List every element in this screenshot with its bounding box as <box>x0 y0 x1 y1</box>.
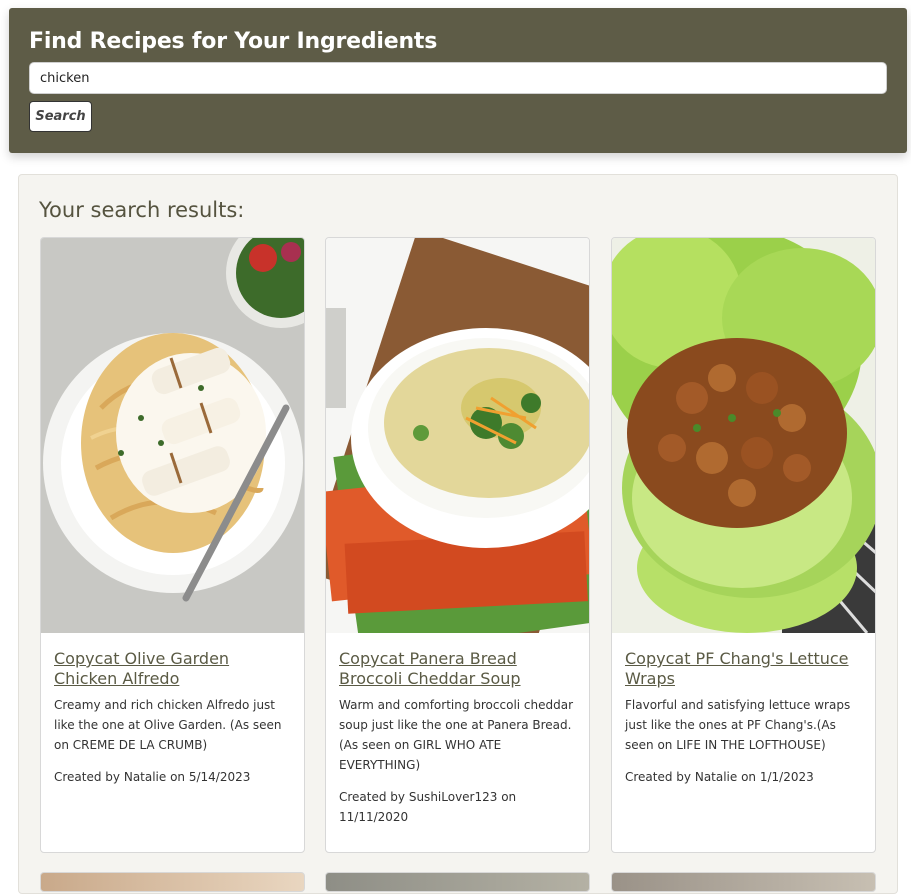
recipe-card-partial[interactable] <box>611 872 876 892</box>
recipe-card-partial[interactable] <box>40 872 305 892</box>
recipe-meta: Created by Natalie on 5/14/2023 <box>54 770 251 784</box>
recipe-card-partial[interactable] <box>325 872 590 892</box>
recipe-title-link[interactable]: Copycat Olive Garden Chicken Alfredo <box>54 649 294 689</box>
page-title: Find Recipes for Your Ingredients <box>29 29 438 54</box>
results-panel: Your search results: Copycat Olive Garde… <box>18 174 898 894</box>
recipe-description: Warm and comforting broccoli cheddar sou… <box>339 698 574 772</box>
recipe-meta: Created by SushiLover123 on 11/11/2020 <box>339 790 517 824</box>
search-button[interactable]: Search <box>29 101 92 132</box>
recipe-title-link[interactable]: Copycat PF Chang's Lettuce Wraps <box>625 649 865 689</box>
search-header: Find Recipes for Your Ingredients Search <box>9 8 907 153</box>
recipe-title-link[interactable]: Copycat Panera Bread Broccoli Cheddar So… <box>339 649 579 689</box>
recipe-card: Copycat Panera Bread Broccoli Cheddar So… <box>325 237 590 853</box>
recipe-card: Copycat Olive Garden Chicken Alfredo Cre… <box>40 237 305 853</box>
results-heading: Your search results: <box>39 198 245 222</box>
chicken-alfredo-photo[interactable] <box>41 238 304 633</box>
lettuce-wraps-photo[interactable] <box>612 238 875 633</box>
recipe-description: Creamy and rich chicken Alfredo just lik… <box>54 698 282 752</box>
recipe-meta: Created by Natalie on 1/1/2023 <box>625 770 814 784</box>
broccoli-cheddar-soup-photo[interactable] <box>326 238 589 633</box>
recipe-card: Copycat PF Chang's Lettuce Wraps Flavorf… <box>611 237 876 853</box>
ingredient-search-input[interactable] <box>29 62 887 94</box>
recipe-description: Flavorful and satisfying lettuce wraps j… <box>625 698 851 752</box>
